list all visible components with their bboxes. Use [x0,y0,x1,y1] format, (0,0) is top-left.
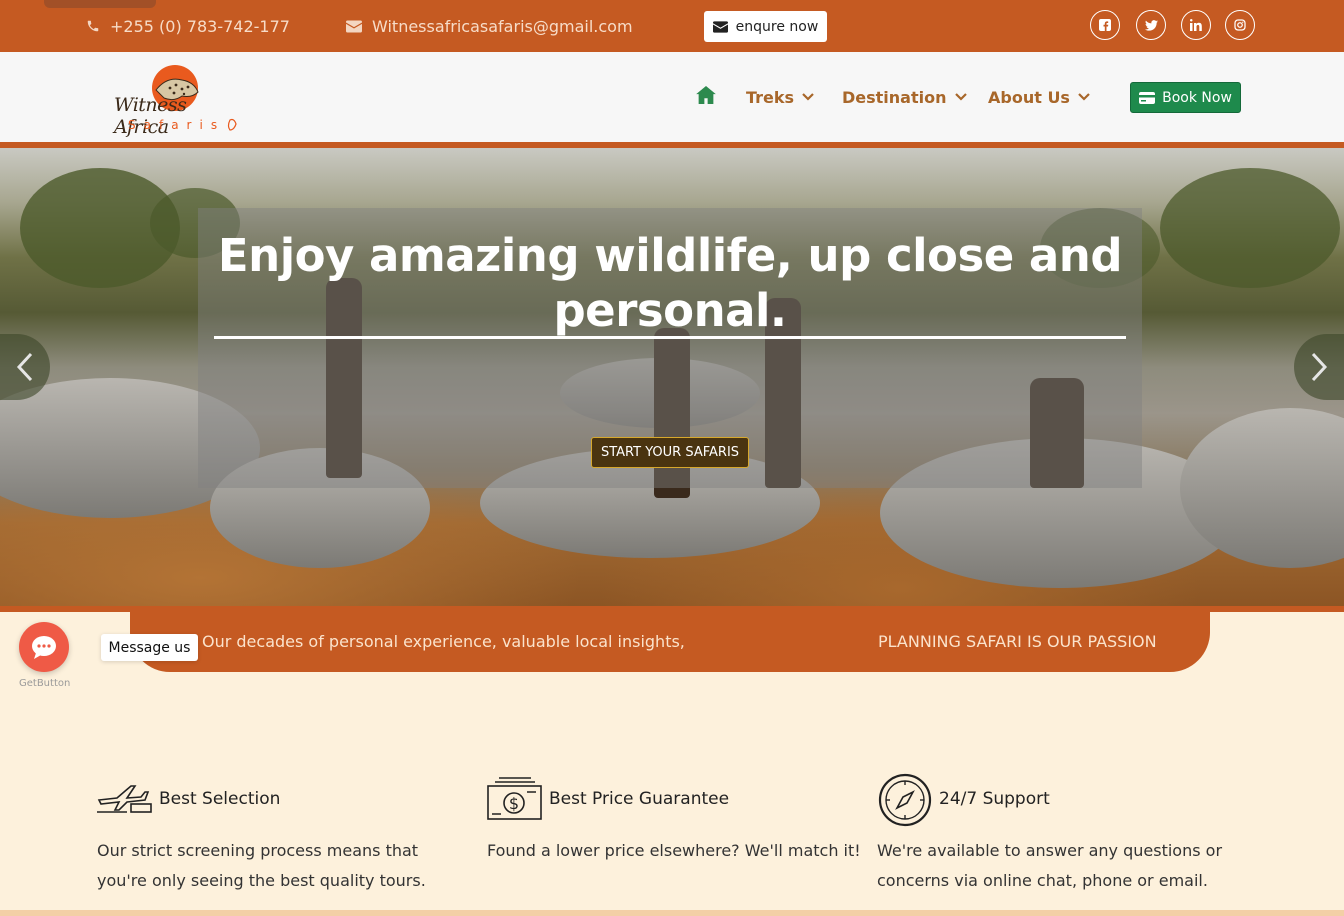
getbutton-brand: GetButton [19,678,71,689]
site-logo[interactable]: Witness Africa Safaris [112,58,244,138]
enquire-now-label: enqure now [735,18,819,35]
book-now-button[interactable]: Book Now [1130,82,1241,113]
phone-number: +255 (0) 783-742-177 [110,16,290,36]
feature-desc-best-price: Found a lower price elsewhere? We'll mat… [487,836,861,866]
feature-title-support: 24/7 Support [939,789,1050,809]
hero-tree [1160,168,1340,288]
nav-about-us-label: About Us [988,87,1070,107]
bottom-divider [0,910,1344,916]
money-icon: $ [487,776,543,826]
feature-desc-line: Found a lower price elsewhere? We'll mat… [487,841,861,860]
chevron-right-icon [1311,352,1328,382]
compass-icon [877,772,933,832]
top-tab-indicator [44,0,156,8]
enquire-now-button[interactable]: enqure now [704,11,827,42]
home-icon [696,86,716,104]
phone-contact[interactable]: +255 (0) 783-742-177 [86,14,290,38]
credit-card-icon [1139,91,1156,104]
chat-bubble-icon [32,636,56,659]
banner-text-left: Our decades of personal experience, valu… [202,632,685,651]
svg-text:$: $ [509,794,519,813]
start-safaris-button[interactable]: START YOUR SAFARIS [591,437,749,468]
envelope-icon [712,20,728,33]
message-us-label[interactable]: Message us [101,634,198,661]
phone-icon [87,20,99,32]
home-link[interactable] [696,86,718,106]
book-now-label: Book Now [1162,89,1232,106]
chat-widget-button[interactable] [19,622,69,672]
main-navbar: Witness Africa Safaris Treks Destination… [0,52,1344,142]
envelope-icon [346,20,362,32]
chevron-down-icon [954,93,967,101]
banner-text-right: PLANNING SAFARI IS OUR PASSION [878,632,1157,651]
nav-about-us[interactable]: About Us [988,85,1090,109]
feature-desc-line: you're only seeing the best quality tour… [97,871,426,890]
facebook-link[interactable] [1090,10,1120,40]
hero-title: Enjoy amazing wildlife, up close and per… [198,228,1142,338]
linkedin-icon [1190,19,1202,31]
feature-desc-line: We're available to answer any questions … [877,841,1223,860]
hero-underline [214,336,1126,339]
email-contact[interactable]: Witnessafricasafaris@gmail.com [346,14,633,38]
feature-desc-line: Our strict screening process means that [97,841,419,860]
email-address: Witnessafricasafaris@gmail.com [372,16,633,36]
top-bar: +255 (0) 783-742-177 Witnessafricasafari… [0,0,1344,52]
feature-title-best-selection: Best Selection [159,789,281,809]
airplane-icon [97,780,153,818]
twitter-link[interactable] [1136,10,1166,40]
hero-title-line-1: Enjoy amazing wildlife, up close and [217,229,1123,282]
chevron-left-icon [16,352,33,382]
hero-slider: Enjoy amazing wildlife, up close and per… [0,148,1344,606]
feature-desc-line: concerns via online chat, phone or email… [877,871,1208,890]
chevron-down-icon [1078,93,1090,101]
nav-treks-label: Treks [746,87,795,107]
instagram-icon [1234,19,1246,31]
feature-title-best-price: Best Price Guarantee [549,789,730,809]
feature-desc-best-selection: Our strict screening process means that … [97,836,426,896]
slider-next-button[interactable] [1294,334,1344,400]
twitter-icon [1144,19,1158,31]
nav-destination-label: Destination [842,87,947,107]
hero-title-line-2: personal. [553,284,787,337]
chevron-down-icon [802,93,814,101]
nav-destination[interactable]: Destination [842,85,967,109]
linkedin-link[interactable] [1181,10,1211,40]
feature-desc-support: We're available to answer any questions … [877,836,1222,896]
facebook-icon [1099,19,1111,31]
logo-text-sub: Safaris [128,118,226,132]
instagram-link[interactable] [1225,10,1255,40]
nav-treks[interactable]: Treks [746,85,814,109]
